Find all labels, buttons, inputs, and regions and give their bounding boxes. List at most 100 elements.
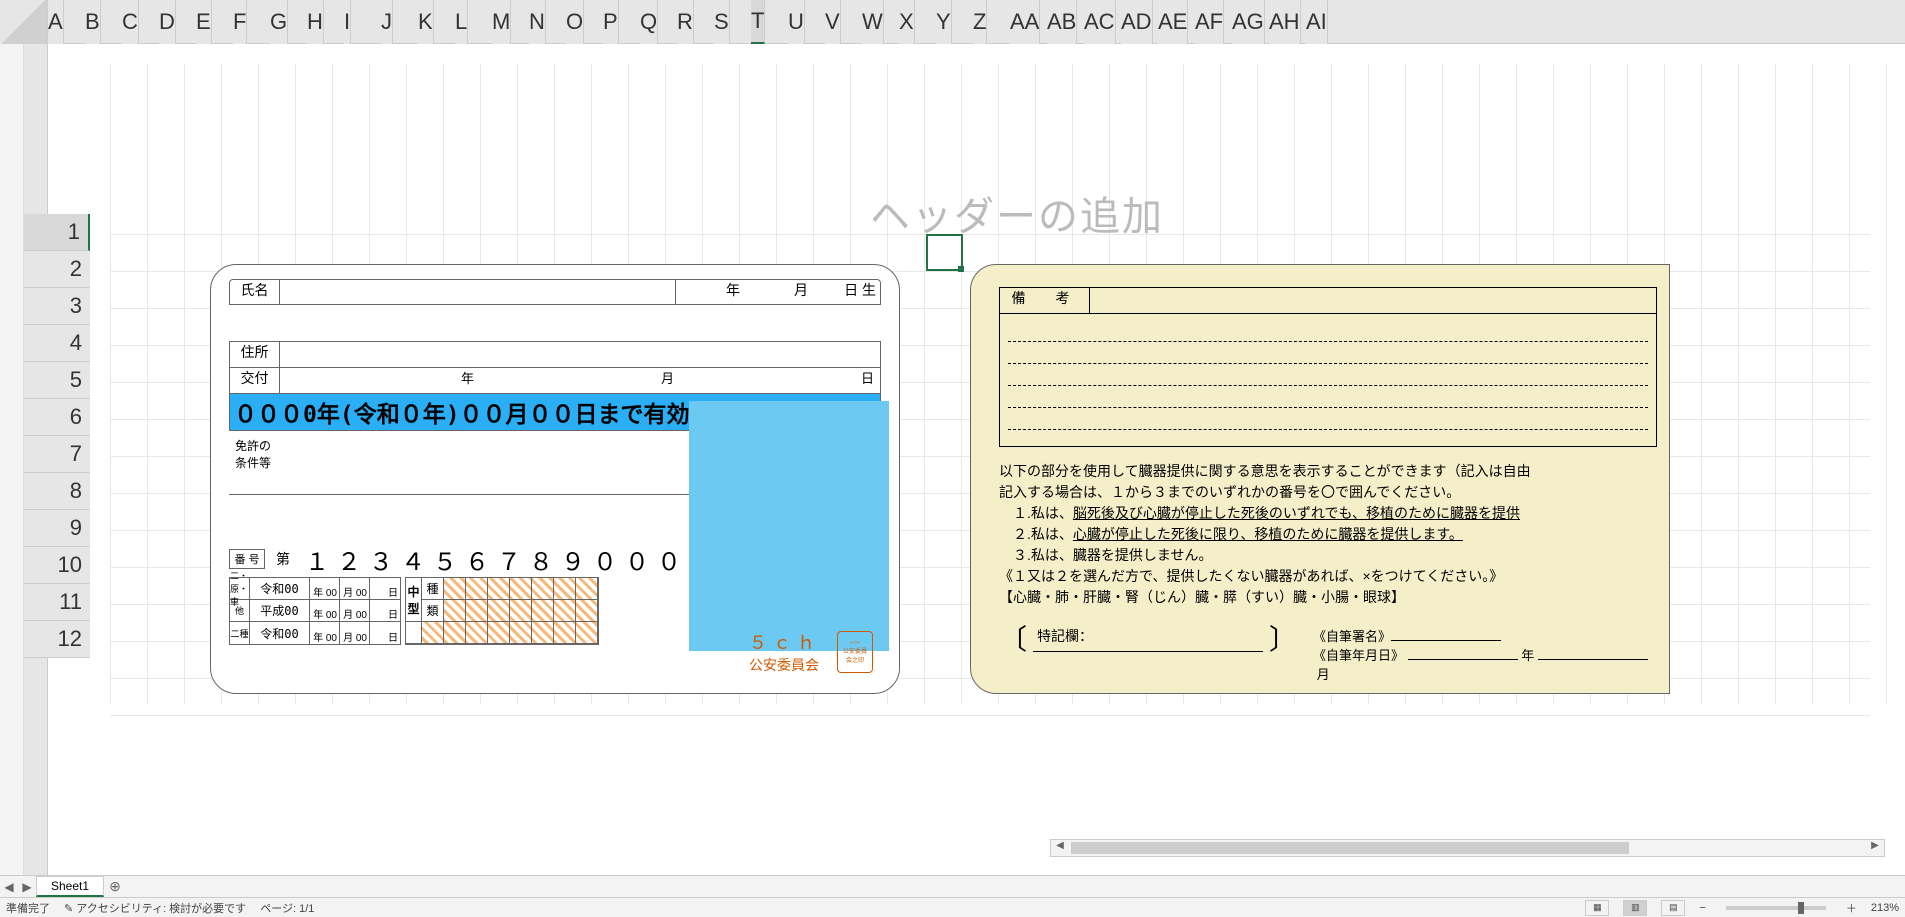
column-header-AB[interactable]: AB: [1047, 0, 1077, 44]
view-normal-button[interactable]: ▦: [1585, 900, 1609, 916]
column-header-Z[interactable]: Z: [973, 0, 987, 44]
status-ready: 準備完了: [6, 900, 50, 916]
column-header-AD[interactable]: AD: [1121, 0, 1153, 44]
column-header-K[interactable]: K: [418, 0, 434, 44]
column-header-L[interactable]: L: [455, 0, 468, 44]
column-headers: ABCDEFGHIJKLMNOPQRSTUVWXYZAAABACADAEAFAG…: [0, 0, 1905, 44]
column-header-P[interactable]: P: [603, 0, 619, 44]
row-header-2[interactable]: 2: [24, 251, 90, 288]
photo-placeholder: [689, 401, 889, 651]
zoom-in-button[interactable]: ＋: [1846, 900, 1857, 916]
column-header-R[interactable]: R: [677, 0, 694, 44]
issue-year: 年: [280, 368, 480, 393]
address-label: 住所: [230, 342, 280, 367]
issuer: ５ｃｈ 公安委員会: [749, 629, 821, 675]
row-header-10[interactable]: 10: [24, 547, 90, 584]
row-headers: 123456789101112: [0, 44, 48, 877]
column-header-G[interactable]: G: [270, 0, 288, 44]
scroll-left-icon[interactable]: ◀: [1051, 840, 1069, 856]
column-header-B[interactable]: B: [85, 0, 101, 44]
issue-row: 交付 年 月 日: [230, 368, 880, 394]
column-header-AF[interactable]: AF: [1195, 0, 1224, 44]
row-header-5[interactable]: 5: [24, 362, 90, 399]
add-sheet-button[interactable]: ⊕: [104, 878, 126, 895]
zoom-out-button[interactable]: −: [1699, 902, 1705, 914]
column-header-H[interactable]: H: [307, 0, 324, 44]
remarks-label: 備 考: [1000, 288, 1090, 314]
column-header-S[interactable]: S: [714, 0, 730, 44]
row-header-8[interactable]: 8: [24, 473, 90, 510]
column-header-Q[interactable]: Q: [640, 0, 658, 44]
address-row: 住所: [230, 342, 880, 368]
number-label: 番 号: [229, 549, 265, 569]
license-card-back: 備 考 以下の部分を使用して臓器提供に関する意思を表示することができます（記入は…: [970, 264, 1670, 694]
column-header-E[interactable]: E: [196, 0, 212, 44]
tab-sheet1[interactable]: Sheet1: [36, 876, 104, 897]
sign-date-label: 《自筆年月日》: [1313, 648, 1404, 663]
column-header-AC[interactable]: AC: [1084, 0, 1116, 44]
column-header-AI[interactable]: AI: [1306, 0, 1328, 44]
name-field: [280, 280, 676, 304]
column-header-W[interactable]: W: [862, 0, 884, 44]
tab-nav-next[interactable]: ▶: [18, 880, 36, 894]
stamp: ○○○ 公安委員 会之印: [837, 631, 873, 673]
row-header-12[interactable]: 12: [24, 621, 90, 658]
name-row: 氏名 年 月 日 生: [229, 279, 881, 305]
number-dai: 第: [265, 549, 301, 569]
vertical-ruler: [0, 44, 24, 877]
zoom-level[interactable]: 213%: [1871, 902, 1899, 914]
header-placeholder[interactable]: ヘッダーの追加: [870, 184, 1164, 242]
row-header-9[interactable]: 9: [24, 510, 90, 547]
view-page-layout-button[interactable]: ▥: [1623, 900, 1647, 916]
select-all-corner[interactable]: [0, 0, 48, 44]
row-header-11[interactable]: 11: [24, 584, 90, 621]
birth-day: 日 生: [812, 280, 880, 304]
column-header-Y[interactable]: Y: [936, 0, 952, 44]
remarks-box: 備 考: [999, 287, 1657, 447]
column-header-AH[interactable]: AH: [1269, 0, 1301, 44]
row-header-7[interactable]: 7: [24, 436, 90, 473]
column-header-T[interactable]: T: [751, 0, 765, 44]
column-header-V[interactable]: V: [825, 0, 841, 44]
column-header-AE[interactable]: AE: [1158, 0, 1188, 44]
column-header-AG[interactable]: AG: [1232, 0, 1265, 44]
issue-month: 月: [480, 368, 680, 393]
column-header-J[interactable]: J: [381, 0, 393, 44]
conditions-label: 免許の 条件等: [235, 439, 271, 470]
column-header-A[interactable]: A: [48, 0, 64, 44]
history-row: 二・原・車令和00年 00月 00日: [230, 578, 400, 600]
row-header-4[interactable]: 4: [24, 325, 90, 362]
bracket-left-icon: 〔: [999, 626, 1027, 654]
row-header-1[interactable]: 1: [24, 214, 90, 251]
row-header-6[interactable]: 6: [24, 399, 90, 436]
column-header-N[interactable]: N: [529, 0, 546, 44]
tokki-row: 〔 特記欄： 〕 《自筆署名》 《自筆年月日》 年 月: [999, 626, 1657, 683]
column-header-M[interactable]: M: [492, 0, 511, 44]
horizontal-scrollbar[interactable]: ◀ ▶: [1050, 839, 1885, 857]
number-digits: １２３４５６７８９０００: [301, 542, 693, 577]
signature-label: 《自筆署名》: [1313, 629, 1391, 644]
zoom-slider[interactable]: [1726, 906, 1826, 910]
row-header-3[interactable]: 3: [24, 288, 90, 325]
column-header-X[interactable]: X: [899, 0, 915, 44]
active-cell[interactable]: [926, 234, 963, 271]
column-header-D[interactable]: D: [159, 0, 176, 44]
scroll-right-icon[interactable]: ▶: [1866, 840, 1884, 856]
column-header-U[interactable]: U: [788, 0, 805, 44]
history-row: 他平成00年 00月 00日: [230, 600, 400, 622]
column-header-F[interactable]: F: [233, 0, 247, 44]
view-page-break-button[interactable]: ▤: [1661, 900, 1685, 916]
tab-nav-prev[interactable]: ◀: [0, 880, 18, 894]
column-header-I[interactable]: I: [344, 0, 351, 44]
bracket-right-icon: 〕: [1269, 626, 1297, 654]
address-field: [280, 342, 880, 367]
column-header-O[interactable]: O: [566, 0, 584, 44]
sheet-area[interactable]: ヘッダーの追加 氏名 年 月 日 生 住所: [90, 44, 1905, 877]
column-header-C[interactable]: C: [122, 0, 139, 44]
issue-day: 日: [680, 368, 880, 393]
accessibility-status[interactable]: ✎ アクセシビリティ: 検討が必要です: [64, 900, 246, 916]
sheet-tabs: ◀ ▶ Sheet1 ⊕: [0, 875, 1905, 897]
issuer-name: 公安委員会: [749, 655, 821, 675]
column-header-AA[interactable]: AA: [1010, 0, 1040, 44]
tokki-label: 特記欄：: [1033, 626, 1263, 652]
